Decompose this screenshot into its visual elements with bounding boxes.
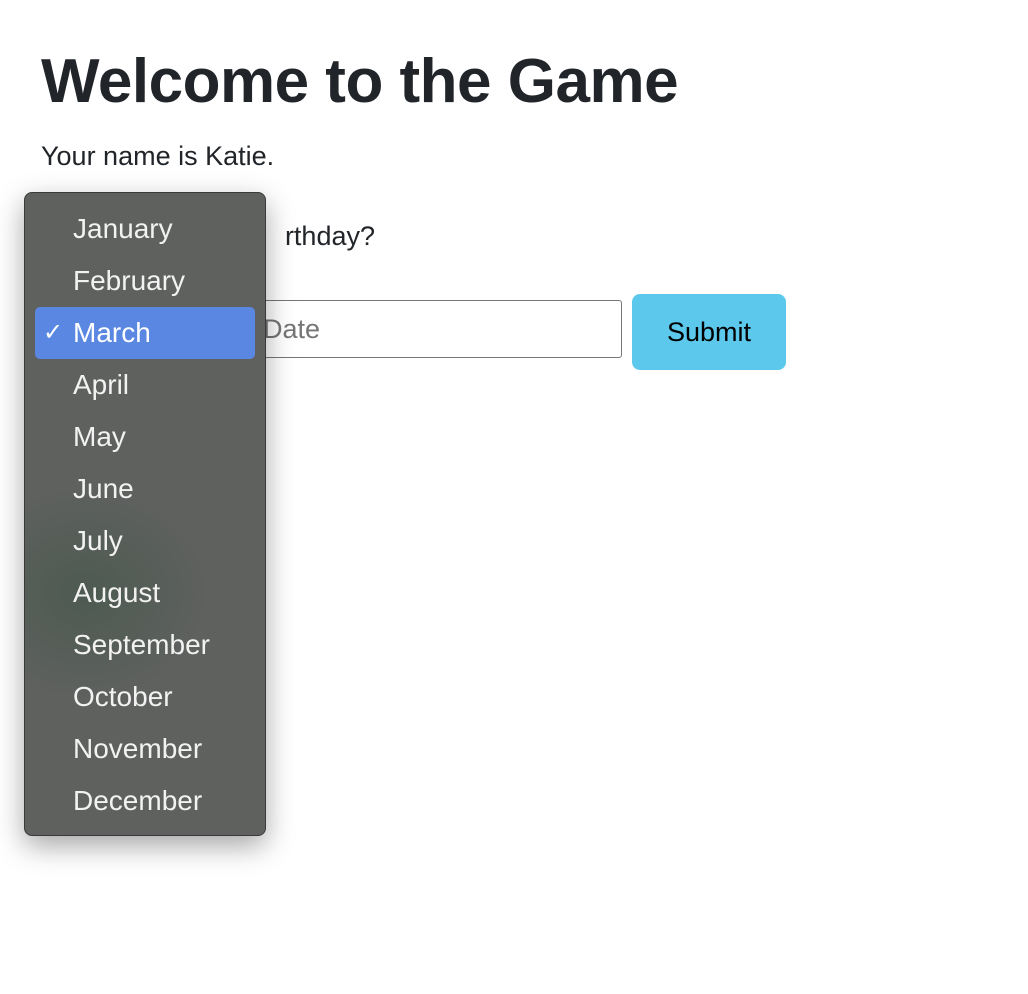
menu-item-april[interactable]: April: [35, 359, 255, 411]
menu-item-february[interactable]: February: [35, 255, 255, 307]
menu-item-june[interactable]: June: [35, 463, 255, 515]
menu-item-december[interactable]: December: [35, 775, 255, 827]
menu-item-november[interactable]: November: [35, 723, 255, 775]
menu-item-label: June: [73, 473, 134, 504]
menu-item-label: December: [73, 785, 203, 816]
menu-item-label: August: [73, 577, 161, 608]
checkmark-icon: ✓: [43, 319, 64, 346]
menu-item-label: May: [73, 421, 126, 452]
month-dropdown-menu[interactable]: January February ✓ March April May June July Aug…: [24, 192, 266, 836]
menu-item-january[interactable]: January: [35, 203, 255, 255]
menu-item-march[interactable]: ✓ March: [35, 307, 255, 359]
menu-item-september[interactable]: September: [35, 619, 255, 671]
menu-item-label: February: [73, 265, 186, 296]
page-title: Welcome to the Game: [41, 47, 679, 116]
name-text: Your name is Katie.: [41, 141, 275, 171]
submit-button[interactable]: Submit: [632, 294, 786, 370]
menu-item-label: March: [73, 317, 151, 348]
menu-item-may[interactable]: May: [35, 411, 255, 463]
menu-item-august[interactable]: August: [35, 567, 255, 619]
menu-item-label: January: [73, 213, 173, 244]
menu-item-label: October: [73, 681, 173, 712]
menu-item-label: July: [73, 525, 123, 556]
menu-item-october[interactable]: October: [35, 671, 255, 723]
menu-item-label: November: [73, 733, 203, 764]
menu-item-label: April: [73, 369, 130, 400]
menu-item-label: September: [73, 629, 210, 660]
menu-item-july[interactable]: July: [35, 515, 255, 567]
